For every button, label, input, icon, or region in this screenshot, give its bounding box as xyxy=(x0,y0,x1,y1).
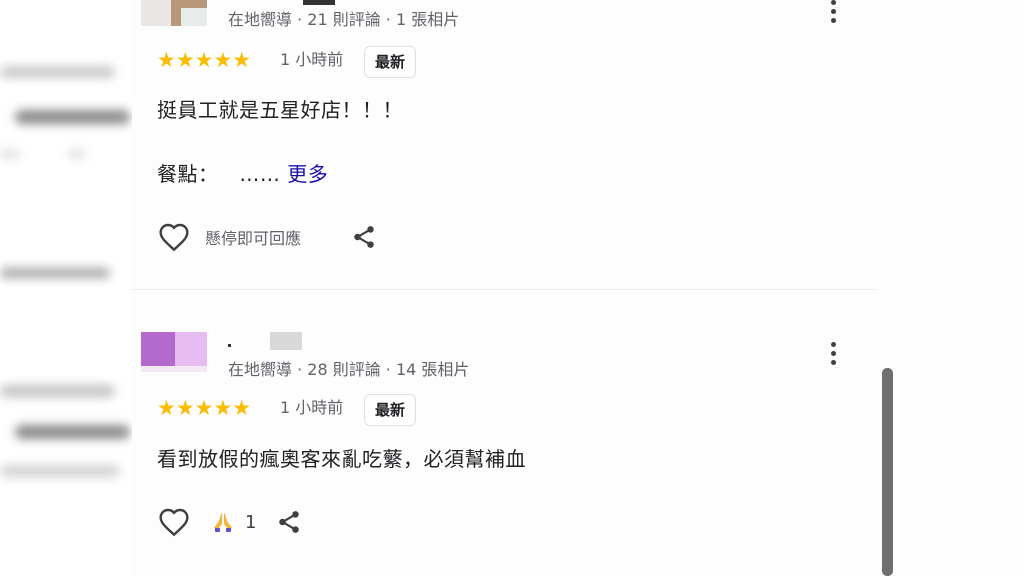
reviews-page: 在地嚮導 · 21 則評論 · 1 張相片 ★★★★★ 1 小時前 最新 挺員工… xyxy=(0,0,1024,576)
blurred-line xyxy=(15,425,130,439)
reviewer-avatar[interactable] xyxy=(141,0,207,26)
review-text: 看到放假的瘋奧客來亂吃蘩，必須幫補血 xyxy=(157,447,526,471)
blurred-line xyxy=(0,66,115,78)
blurred-line xyxy=(0,465,120,477)
share-button[interactable] xyxy=(349,222,379,252)
more-vert-icon xyxy=(830,341,836,347)
reviewer-name-redacted xyxy=(303,0,335,5)
like-button[interactable] xyxy=(157,505,191,539)
newest-badge: 最新 xyxy=(364,46,417,78)
praying-hands-icon xyxy=(214,513,232,532)
newest-badge: 最新 xyxy=(364,394,417,426)
review-time: 1 小時前 xyxy=(280,50,344,69)
blurred-line xyxy=(0,385,115,397)
reviewer-meta[interactable]: 在地嚮導 · 28 則評論 · 14 張相片 xyxy=(228,356,469,380)
share-icon xyxy=(279,511,300,533)
star-rating: ★★★★★ xyxy=(157,396,252,420)
reviewer-name-redacted xyxy=(270,332,302,350)
blurred-line xyxy=(68,150,86,158)
meals-label: 餐點： xyxy=(157,162,219,186)
more-options-button[interactable] xyxy=(823,0,843,26)
share-icon xyxy=(354,226,374,248)
review-actions: 1 xyxy=(157,504,304,540)
review-time: 1 小時前 xyxy=(280,398,344,417)
heart-outline-icon xyxy=(159,223,189,252)
share-button[interactable] xyxy=(274,507,304,537)
review-meals-line: 餐點： …… 更多 xyxy=(157,158,328,187)
reviewer-name-redacted xyxy=(228,344,231,347)
blurred-side-panel xyxy=(0,0,132,576)
reaction-count: 1 xyxy=(245,511,257,533)
more-vert-icon xyxy=(830,0,836,5)
review-text: 挺員工就是五星好店！！！ xyxy=(157,98,403,122)
reaction-count-button[interactable]: 1 xyxy=(211,510,256,534)
blurred-line xyxy=(15,110,130,124)
heart-outline-icon xyxy=(159,508,189,537)
hover-to-react-hint: 懸停即可回應 xyxy=(205,229,302,248)
reviewer-avatar[interactable] xyxy=(141,332,207,372)
reviewer-meta[interactable]: 在地嚮導 · 21 則評論 · 1 張相片 xyxy=(228,6,459,30)
like-button[interactable] xyxy=(157,220,191,254)
review-card: 在地嚮導 · 28 則評論 · 14 張相片 ★★★★★ 1 小時前 最新 看到… xyxy=(135,290,880,576)
more-options-button[interactable] xyxy=(823,338,843,368)
blurred-line xyxy=(0,150,20,158)
review-actions: 懸停即可回應 xyxy=(157,219,379,255)
meals-value: …… xyxy=(239,162,281,186)
scrollbar-thumb[interactable] xyxy=(882,368,893,576)
review-card: 在地嚮導 · 21 則評論 · 1 張相片 ★★★★★ 1 小時前 最新 挺員工… xyxy=(135,0,880,289)
more-link[interactable]: 更多 xyxy=(287,162,328,186)
star-rating: ★★★★★ xyxy=(157,48,252,72)
blurred-line xyxy=(0,268,110,278)
